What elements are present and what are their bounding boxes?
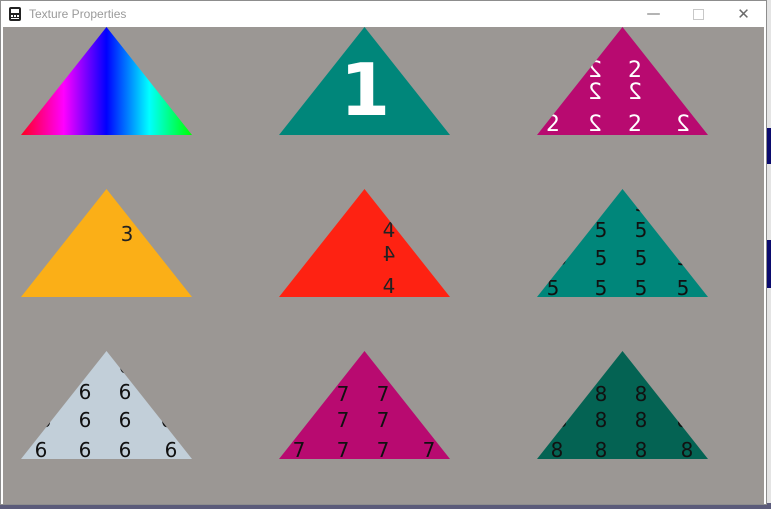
triangle-label: 2 <box>588 80 602 105</box>
triangle-label: 6 <box>161 408 174 432</box>
triangle-label: 5 <box>595 276 608 300</box>
minimize-button[interactable]: — <box>631 1 676 27</box>
triangle-label: 8 <box>551 438 564 462</box>
triangle-6-label-5: 5 55 55 5 5 55 5 5 5 <box>537 189 708 300</box>
window-title: Texture Properties <box>29 7 127 21</box>
triangle-label: 6 <box>119 408 132 432</box>
triangle-label: 7 <box>337 408 350 432</box>
triangle-label: 8 <box>595 438 608 462</box>
triangle-label: 5 <box>635 276 648 300</box>
triangle-shape <box>279 189 450 297</box>
triangle-label: 2 <box>588 112 602 137</box>
maximize-button[interactable] <box>676 1 721 27</box>
triangle-label: 5 <box>677 276 690 300</box>
triangle-shape <box>21 189 192 297</box>
triangle-label: 5 <box>595 192 608 216</box>
triangle-label: 6 <box>79 408 92 432</box>
triangle-label: 7 <box>293 438 306 462</box>
triangle-7-label-6: 6 66 66 6 6 66 6 6 6 <box>21 351 192 462</box>
triangle-3-label-2: 2 22 22 2 2 2 <box>537 27 708 137</box>
triangle-1-gradient <box>21 27 192 135</box>
minimize-icon: — <box>646 6 661 22</box>
maximize-icon <box>693 8 704 20</box>
triangle-label: 7 <box>337 438 350 462</box>
triangle-label: 5 <box>635 218 648 242</box>
triangle-label: 7 <box>337 382 350 406</box>
triangle-label: 7 <box>377 408 390 432</box>
render-canvas: 1222222223444555555555555666666666666777… <box>3 27 764 504</box>
triangle-8-label-7: 7 77 77 7 7 7 <box>279 351 450 462</box>
triangle-label: 6 <box>119 380 132 404</box>
triangle-label: 8 <box>595 382 608 406</box>
triangle-label: 2 <box>546 112 560 137</box>
title-bar[interactable]: Texture Properties — ✕ <box>1 1 766 27</box>
triangle-label: 5 <box>595 218 608 242</box>
triangle-label: 7 <box>377 438 390 462</box>
triangle-label: 8 <box>595 408 608 432</box>
close-icon: ✕ <box>737 5 750 23</box>
triangle-label: 5 <box>555 246 568 270</box>
triangle-label: 5 <box>635 192 648 216</box>
triangle-label: 2 <box>628 80 642 105</box>
triangle-label: 6 <box>79 438 92 462</box>
triangle-5-label-4: 444 <box>279 189 450 298</box>
triangle-label: 8 <box>681 438 694 462</box>
triangle-4-label-3: 3 <box>21 189 192 297</box>
triangle-label: 5 <box>547 276 560 300</box>
triangle-label: 7 <box>377 382 390 406</box>
triangle-label: 5 <box>635 246 648 270</box>
triangle-9-label-8: 8 88 8 88 8 8 88 <box>537 351 708 462</box>
triangle-label: 5 <box>595 246 608 270</box>
triangle-label: 6 <box>39 408 52 432</box>
triangle-label: 2 <box>676 112 690 137</box>
app-window: Texture Properties — ✕ 12222222234445555… <box>0 0 767 505</box>
triangle-label: 6 <box>119 438 132 462</box>
triangle-label: 8 <box>677 408 690 432</box>
triangle-label: 6 <box>35 438 48 462</box>
triangle-label: 5 <box>677 246 690 270</box>
triangle-label: 2 <box>628 112 642 137</box>
triangle-label: 6 <box>79 354 92 378</box>
triangle-scene: 1 2 22 22 2 2 23 4445 55 55 5 5 55 5 5 56 66 66 6 6 66 6 6 67 77… <box>21 27 708 462</box>
triangle-shape <box>21 27 192 135</box>
triangle-label: 8 <box>635 408 648 432</box>
triangle-label: 6 <box>119 354 132 378</box>
triangle-label: 7 <box>423 438 436 462</box>
triangle-label: 8 <box>635 382 648 406</box>
triangle-label: 8 <box>635 438 648 462</box>
close-button[interactable]: ✕ <box>721 1 766 27</box>
triangle-label: 1 <box>340 48 390 132</box>
triangle-label: 8 <box>555 408 568 432</box>
triangle-label: 6 <box>79 380 92 404</box>
triangle-label: 4 <box>383 274 396 298</box>
triangle-label: 6 <box>165 438 178 462</box>
app-window-icon <box>7 6 23 22</box>
triangle-2-label-1: 1 <box>279 27 450 135</box>
triangle-label: 4 <box>383 218 396 242</box>
triangle-label: 3 <box>121 222 134 246</box>
triangle-label: 4 <box>383 242 396 266</box>
